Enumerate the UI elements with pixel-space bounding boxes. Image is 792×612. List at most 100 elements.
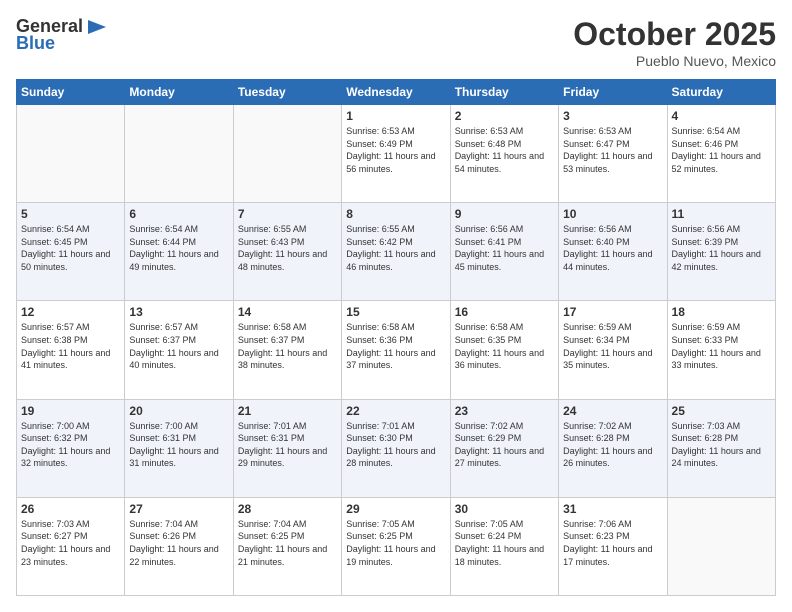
day-info: Sunrise: 6:54 AMSunset: 6:46 PMDaylight:…: [672, 125, 771, 175]
day-number: 18: [672, 305, 771, 319]
day-info: Sunrise: 6:58 AMSunset: 6:35 PMDaylight:…: [455, 321, 554, 371]
day-number: 25: [672, 404, 771, 418]
day-info: Sunrise: 7:02 AMSunset: 6:28 PMDaylight:…: [563, 420, 662, 470]
logo-blue: Blue: [16, 33, 55, 54]
day-number: 19: [21, 404, 120, 418]
day-number: 28: [238, 502, 337, 516]
calendar-cell: 20Sunrise: 7:00 AMSunset: 6:31 PMDayligh…: [125, 399, 233, 497]
day-number: 17: [563, 305, 662, 319]
day-number: 16: [455, 305, 554, 319]
day-number: 4: [672, 109, 771, 123]
logo: General Blue: [16, 16, 108, 54]
day-info: Sunrise: 6:55 AMSunset: 6:42 PMDaylight:…: [346, 223, 445, 273]
day-number: 15: [346, 305, 445, 319]
calendar-cell: 30 Sunrise: 7:05 AMSunset: 6:24 PMDayligh…: [450, 497, 558, 595]
calendar-cell: [125, 105, 233, 203]
day-info: Sunrise: 6:59 AMSunset: 6:34 PMDaylight:…: [563, 321, 662, 371]
calendar-cell: 18 Sunrise: 6:59 AMSunset: 6:33 PMDayligh…: [667, 301, 775, 399]
calendar-cell: 22 Sunrise: 7:01 AMSunset: 6:30 PMDayligh…: [342, 399, 450, 497]
day-info: Sunrise: 7:03 AMSunset: 6:28 PMDaylight:…: [672, 420, 771, 470]
calendar-cell: 15 Sunrise: 6:58 AMSunset: 6:36 PMDayligh…: [342, 301, 450, 399]
day-number: 26: [21, 502, 120, 516]
calendar-cell: 27 Sunrise: 7:04 AMSunset: 6:26 PMDayligh…: [125, 497, 233, 595]
day-number: 31: [563, 502, 662, 516]
day-number: 29: [346, 502, 445, 516]
month-title: October 2025: [573, 16, 776, 53]
day-number: 27: [129, 502, 228, 516]
day-info: Sunrise: 7:04 AMSunset: 6:25 PMDaylight:…: [238, 518, 337, 568]
calendar-cell: 28 Sunrise: 7:04 AMSunset: 6:25 PMDayligh…: [233, 497, 341, 595]
week-row-4: 19 Sunrise: 7:00 AMSunset: 6:32 PMDayligh…: [17, 399, 776, 497]
day-number: 5: [21, 207, 120, 221]
calendar-cell: 21 Sunrise: 7:01 AMSunset: 6:31 PMDayligh…: [233, 399, 341, 497]
day-number: 21: [238, 404, 337, 418]
calendar-cell: 26 Sunrise: 7:03 AMSunset: 6:27 PMDayligh…: [17, 497, 125, 595]
day-number: 10: [563, 207, 662, 221]
calendar-cell: 8 Sunrise: 6:55 AMSunset: 6:42 PMDaylight…: [342, 203, 450, 301]
day-number: 13: [129, 305, 228, 319]
calendar-header-row: SundayMondayTuesdayWednesdayThursdayFrid…: [17, 80, 776, 105]
day-info: Sunrise: 6:53 AMSunset: 6:49 PMDaylight:…: [346, 125, 445, 175]
day-number: 30: [455, 502, 554, 516]
calendar-cell: 6Sunrise: 6:54 AMSunset: 6:44 PMDaylight…: [125, 203, 233, 301]
day-header-thursday: Thursday: [450, 80, 558, 105]
day-info: Sunrise: 7:04 AMSunset: 6:26 PMDaylight:…: [129, 518, 228, 568]
calendar-cell: 19 Sunrise: 7:00 AMSunset: 6:32 PMDayligh…: [17, 399, 125, 497]
day-info: Sunrise: 7:00 AMSunset: 6:32 PMDaylight:…: [21, 420, 120, 470]
day-info: Sunrise: 6:56 AMSunset: 6:40 PMDaylight:…: [563, 223, 662, 273]
day-info: Sunrise: 6:56 AMSunset: 6:39 PMDaylight:…: [672, 223, 771, 273]
day-info: Sunrise: 7:06 AMSunset: 6:23 PMDaylight:…: [563, 518, 662, 568]
day-info: Sunrise: 7:01 AMSunset: 6:31 PMDaylight:…: [238, 420, 337, 470]
calendar-cell: 10 Sunrise: 6:56 AMSunset: 6:40 PMDayligh…: [559, 203, 667, 301]
day-header-friday: Friday: [559, 80, 667, 105]
day-info: Sunrise: 7:01 AMSunset: 6:30 PMDaylight:…: [346, 420, 445, 470]
day-info: Sunrise: 7:05 AMSunset: 6:24 PMDaylight:…: [455, 518, 554, 568]
day-number: 2: [455, 109, 554, 123]
calendar-cell: 14Sunrise: 6:58 AMSunset: 6:37 PMDayligh…: [233, 301, 341, 399]
calendar-cell: 3 Sunrise: 6:53 AMSunset: 6:47 PMDaylight…: [559, 105, 667, 203]
day-info: Sunrise: 6:53 AMSunset: 6:48 PMDaylight:…: [455, 125, 554, 175]
week-row-3: 12 Sunrise: 6:57 AMSunset: 6:38 PMDayligh…: [17, 301, 776, 399]
week-row-1: 1 Sunrise: 6:53 AMSunset: 6:49 PMDaylight…: [17, 105, 776, 203]
location-subtitle: Pueblo Nuevo, Mexico: [573, 53, 776, 69]
day-info: Sunrise: 6:55 AMSunset: 6:43 PMDaylight:…: [238, 223, 337, 273]
day-number: 8: [346, 207, 445, 221]
day-header-saturday: Saturday: [667, 80, 775, 105]
day-number: 12: [21, 305, 120, 319]
day-info: Sunrise: 6:53 AMSunset: 6:47 PMDaylight:…: [563, 125, 662, 175]
day-header-sunday: Sunday: [17, 80, 125, 105]
day-number: 7: [238, 207, 337, 221]
day-info: Sunrise: 6:57 AMSunset: 6:37 PMDaylight:…: [129, 321, 228, 371]
page: General Blue October 2025 Pueblo Nuevo, …: [0, 0, 792, 612]
day-info: Sunrise: 7:02 AMSunset: 6:29 PMDaylight:…: [455, 420, 554, 470]
calendar-cell: 23Sunrise: 7:02 AMSunset: 6:29 PMDayligh…: [450, 399, 558, 497]
day-header-monday: Monday: [125, 80, 233, 105]
day-info: Sunrise: 6:58 AMSunset: 6:37 PMDaylight:…: [238, 321, 337, 371]
calendar-cell: 5 Sunrise: 6:54 AMSunset: 6:45 PMDaylight…: [17, 203, 125, 301]
calendar-cell: 24 Sunrise: 7:02 AMSunset: 6:28 PMDayligh…: [559, 399, 667, 497]
day-number: 22: [346, 404, 445, 418]
calendar-cell: 4 Sunrise: 6:54 AMSunset: 6:46 PMDaylight…: [667, 105, 775, 203]
day-info: Sunrise: 6:54 AMSunset: 6:44 PMDaylight:…: [129, 223, 228, 273]
day-info: Sunrise: 6:58 AMSunset: 6:36 PMDaylight:…: [346, 321, 445, 371]
day-info: Sunrise: 6:54 AMSunset: 6:45 PMDaylight:…: [21, 223, 120, 273]
day-number: 9: [455, 207, 554, 221]
title-block: October 2025 Pueblo Nuevo, Mexico: [573, 16, 776, 69]
day-number: 3: [563, 109, 662, 123]
day-info: Sunrise: 7:03 AMSunset: 6:27 PMDaylight:…: [21, 518, 120, 568]
day-number: 24: [563, 404, 662, 418]
calendar-cell: 31 Sunrise: 7:06 AMSunset: 6:23 PMDayligh…: [559, 497, 667, 595]
day-info: Sunrise: 6:57 AMSunset: 6:38 PMDaylight:…: [21, 321, 120, 371]
calendar-cell: 16 Sunrise: 6:58 AMSunset: 6:35 PMDayligh…: [450, 301, 558, 399]
calendar-cell: 2 Sunrise: 6:53 AMSunset: 6:48 PMDaylight…: [450, 105, 558, 203]
calendar-cell: 29Sunrise: 7:05 AMSunset: 6:25 PMDayligh…: [342, 497, 450, 595]
day-info: Sunrise: 6:59 AMSunset: 6:33 PMDaylight:…: [672, 321, 771, 371]
day-info: Sunrise: 6:56 AMSunset: 6:41 PMDaylight:…: [455, 223, 554, 273]
week-row-5: 26 Sunrise: 7:03 AMSunset: 6:27 PMDayligh…: [17, 497, 776, 595]
calendar-cell: 13 Sunrise: 6:57 AMSunset: 6:37 PMDayligh…: [125, 301, 233, 399]
calendar-cell: 12 Sunrise: 6:57 AMSunset: 6:38 PMDayligh…: [17, 301, 125, 399]
day-number: 11: [672, 207, 771, 221]
day-header-wednesday: Wednesday: [342, 80, 450, 105]
calendar-cell: 9 Sunrise: 6:56 AMSunset: 6:41 PMDaylight…: [450, 203, 558, 301]
day-number: 1: [346, 109, 445, 123]
